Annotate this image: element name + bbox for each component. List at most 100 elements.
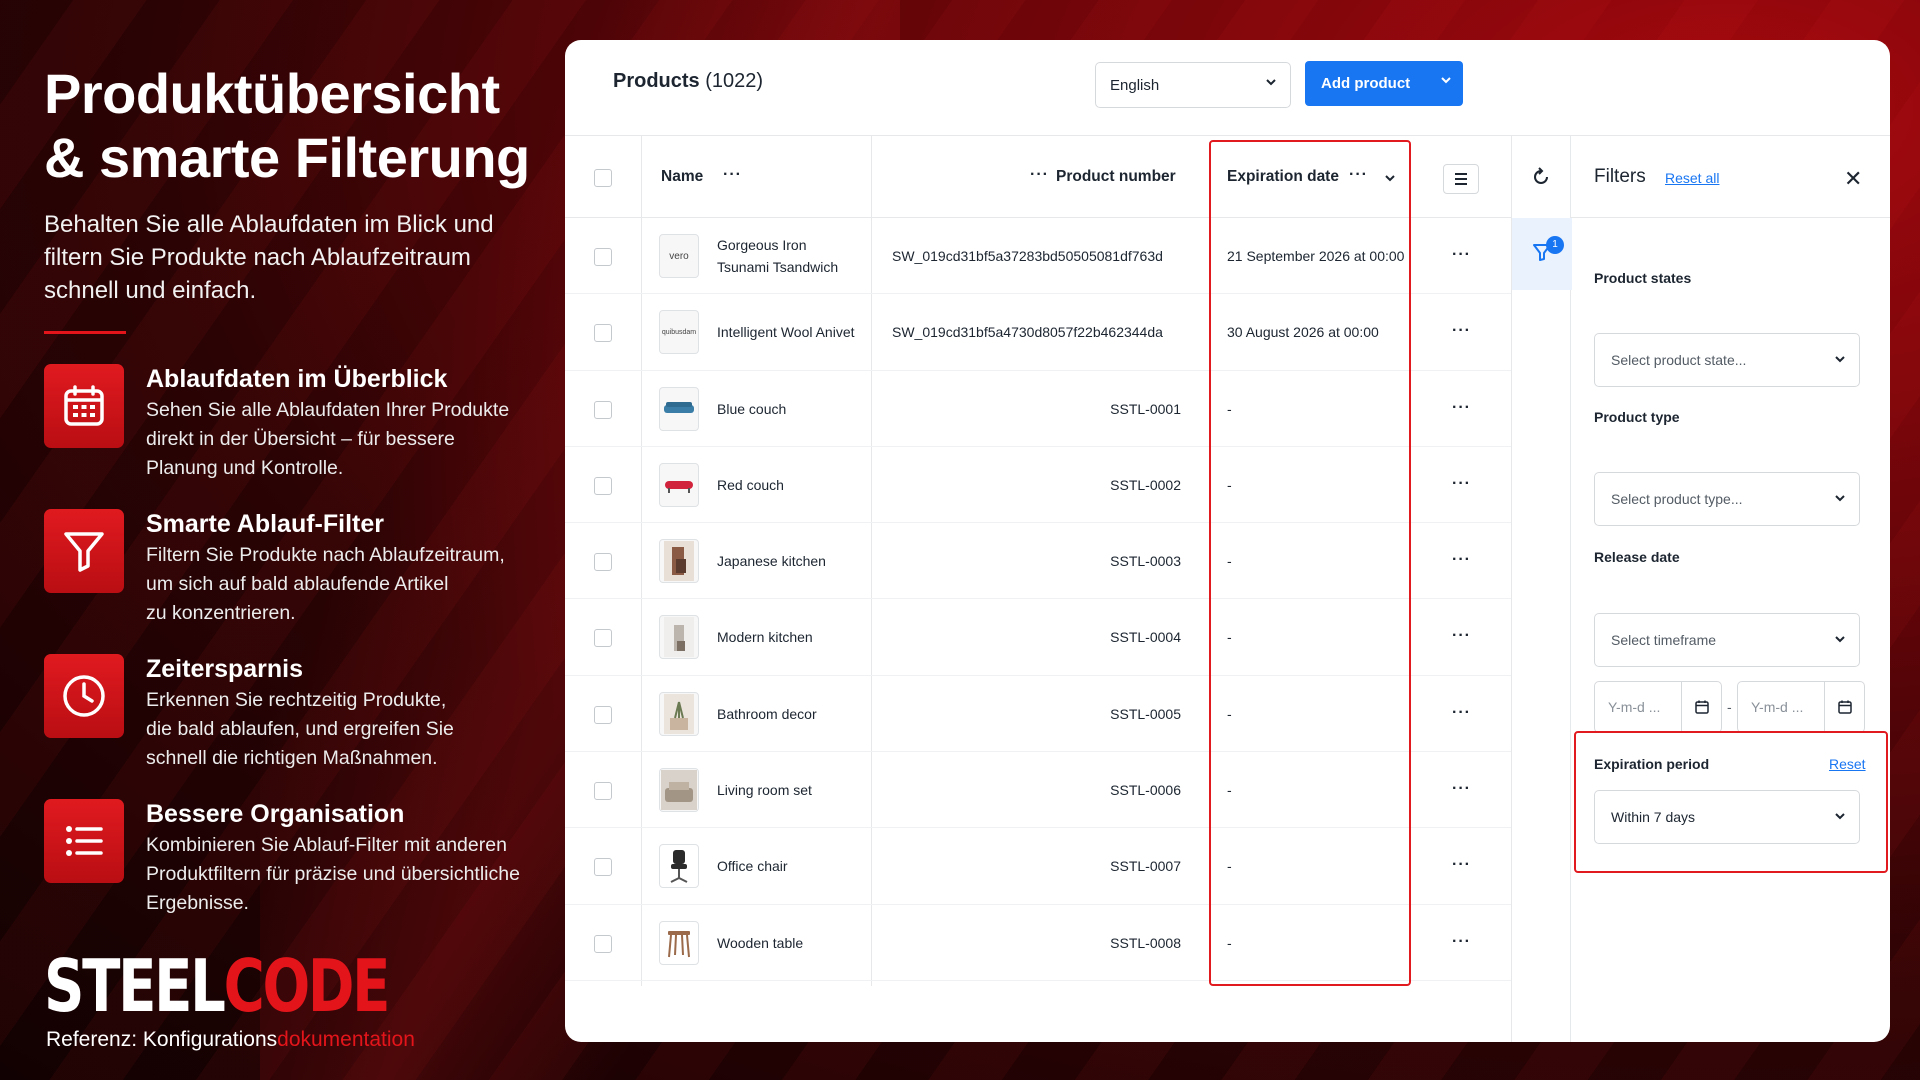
product-name[interactable]: Wooden table bbox=[717, 932, 862, 954]
brand-logo: STEELCODE bbox=[44, 944, 390, 1028]
column-settings-button[interactable] bbox=[1443, 164, 1479, 194]
row-actions-icon[interactable]: ··· bbox=[1452, 475, 1471, 493]
refresh-icon[interactable] bbox=[1530, 166, 1552, 193]
product-type-select[interactable]: Select product type... bbox=[1594, 472, 1860, 526]
reset-all-link[interactable]: Reset all bbox=[1665, 170, 1719, 186]
column-options-icon[interactable]: ··· bbox=[723, 166, 742, 184]
chevron-down-icon[interactable] bbox=[1439, 73, 1453, 91]
row-actions-icon[interactable]: ··· bbox=[1452, 856, 1471, 874]
product-name[interactable]: Living room set bbox=[717, 779, 862, 801]
row-checkbox[interactable] bbox=[594, 248, 612, 266]
filters-panel: Filters Reset all ✕ Product states Selec… bbox=[1571, 136, 1890, 1042]
table-row[interactable]: quibusdam Intelligent Wool Anivet SW_019… bbox=[565, 294, 1511, 371]
column-header-product-number[interactable]: Product number bbox=[1056, 168, 1176, 186]
product-thumbnail bbox=[659, 462, 699, 507]
side-tool-strip: 1 bbox=[1511, 136, 1572, 1042]
table-row[interactable]: Office chair SSTL-0007 - ··· bbox=[565, 828, 1511, 905]
row-actions-icon[interactable]: ··· bbox=[1452, 551, 1471, 569]
sort-chevron-icon[interactable] bbox=[1384, 171, 1396, 189]
row-actions-icon[interactable]: ··· bbox=[1452, 627, 1471, 645]
expiration-date: - bbox=[1227, 782, 1232, 799]
product-name[interactable]: Office chair bbox=[717, 855, 862, 877]
date-range-separator: - bbox=[1727, 699, 1732, 715]
expiration-reset-link[interactable]: Reset bbox=[1829, 756, 1866, 772]
hero-title-line1: Produktübersicht bbox=[44, 62, 500, 125]
product-number: SW_019cd31bf5a37283bd50505081df763d bbox=[892, 248, 1163, 264]
row-checkbox[interactable] bbox=[594, 476, 612, 495]
row-actions-icon[interactable]: ··· bbox=[1452, 704, 1471, 722]
feature-title: Smarte Ablauf-Filter bbox=[146, 510, 385, 538]
product-number: SSTL-0002 bbox=[1110, 476, 1181, 493]
product-name[interactable]: Gorgeous Iron Tsunami Tsandwich bbox=[717, 234, 862, 278]
table-row[interactable]: Red couch SSTL-0002 - ··· bbox=[565, 447, 1511, 524]
product-number: SSTL-0004 bbox=[1110, 629, 1181, 646]
expiration-date: 30 August 2026 at 00:00 bbox=[1227, 324, 1379, 341]
table-row[interactable]: Bathroom decor SSTL-0005 - ··· bbox=[565, 676, 1511, 753]
table-row[interactable]: Blue couch SSTL-0001 - ··· bbox=[565, 371, 1511, 447]
row-actions-icon[interactable]: ··· bbox=[1452, 780, 1471, 798]
product-name[interactable]: Modern kitchen bbox=[717, 626, 862, 648]
product-thumbnail bbox=[659, 691, 699, 736]
release-date-label: Release date bbox=[1594, 549, 1680, 565]
reference-text: Referenz: Konfigurationsdokumentation bbox=[46, 1028, 415, 1051]
feature-title: Ablaufdaten im Überblick bbox=[146, 365, 448, 393]
calendar-icon[interactable] bbox=[1681, 682, 1721, 732]
row-checkbox[interactable] bbox=[594, 858, 612, 877]
product-name[interactable]: Japanese kitchen bbox=[717, 550, 862, 572]
product-thumbnail bbox=[659, 768, 699, 813]
table-row[interactable]: Living room set SSTL-0006 - ··· bbox=[565, 752, 1511, 829]
column-options-icon[interactable]: ··· bbox=[1030, 166, 1049, 184]
clock-icon bbox=[44, 654, 124, 738]
release-date-select[interactable]: Select timeframe bbox=[1594, 613, 1860, 667]
product-thumbnail: quibusdam bbox=[659, 310, 699, 355]
feature-description: Erkennen Sie rechtzeitig Produkte, die b… bbox=[146, 689, 454, 769]
row-checkbox[interactable] bbox=[594, 629, 612, 648]
row-checkbox[interactable] bbox=[594, 324, 612, 343]
row-actions-icon[interactable]: ··· bbox=[1452, 933, 1471, 951]
product-states-select[interactable]: Select product state... bbox=[1594, 333, 1860, 387]
product-thumbnail bbox=[659, 386, 699, 431]
product-name[interactable]: Bathroom decor bbox=[717, 703, 862, 725]
row-checkbox[interactable] bbox=[594, 553, 612, 572]
calendar-icon[interactable] bbox=[1824, 682, 1864, 732]
feature-title: Bessere Organisation bbox=[146, 800, 405, 828]
column-header-name[interactable]: Name bbox=[661, 168, 703, 186]
product-name[interactable]: Intelligent Wool Anivet bbox=[717, 321, 917, 343]
hero-divider bbox=[44, 331, 126, 334]
feature-list: Ablaufdaten im Überblick Sehen Sie alle … bbox=[44, 364, 544, 918]
product-name[interactable]: Blue couch bbox=[717, 398, 862, 420]
select-all-checkbox[interactable] bbox=[594, 169, 612, 187]
row-actions-icon[interactable]: ··· bbox=[1452, 322, 1471, 340]
table-row[interactable]: Modern kitchen SSTL-0004 - ··· bbox=[565, 599, 1511, 676]
product-number: SSTL-0007 bbox=[1110, 858, 1181, 875]
filter-tab[interactable]: 1 bbox=[1512, 218, 1572, 290]
column-header-expiration-date[interactable]: Expiration date bbox=[1227, 168, 1339, 186]
table-row[interactable]: Wooden table SSTL-0008 - ··· bbox=[565, 905, 1511, 981]
feature-item: Bessere Organisation Kombinieren Sie Abl… bbox=[44, 799, 544, 918]
expiration-period-select[interactable]: Within 7 days bbox=[1594, 790, 1860, 844]
close-icon[interactable]: ✕ bbox=[1844, 166, 1862, 192]
hamburger-icon bbox=[1455, 173, 1467, 185]
row-actions-icon[interactable]: ··· bbox=[1452, 399, 1471, 417]
row-actions-icon[interactable]: ··· bbox=[1452, 246, 1471, 264]
marketing-panel: Produktübersicht & smarte Filterung Beha… bbox=[44, 62, 544, 944]
table-row[interactable]: Japanese kitchen SSTL-0003 - ··· bbox=[565, 523, 1511, 600]
product-number: SSTL-0006 bbox=[1110, 782, 1181, 799]
hero-title: Produktübersicht & smarte Filterung bbox=[44, 62, 544, 190]
product-number: SSTL-0003 bbox=[1110, 553, 1181, 570]
date-to-input[interactable]: Y-m-d ... bbox=[1737, 681, 1865, 733]
column-options-icon[interactable]: ··· bbox=[1349, 166, 1368, 184]
table-row[interactable]: vero Gorgeous Iron Tsunami Tsandwich SW_… bbox=[565, 218, 1511, 295]
language-select[interactable]: English bbox=[1095, 62, 1291, 108]
row-checkbox[interactable] bbox=[594, 934, 612, 953]
date-from-input[interactable]: Y-m-d ... bbox=[1594, 681, 1722, 733]
feature-title: Zeitersparnis bbox=[146, 655, 304, 683]
product-name[interactable]: Red couch bbox=[717, 474, 862, 496]
feature-item: Ablaufdaten im Überblick Sehen Sie alle … bbox=[44, 364, 544, 483]
row-checkbox[interactable] bbox=[594, 782, 612, 801]
row-checkbox[interactable] bbox=[594, 705, 612, 724]
row-checkbox[interactable] bbox=[594, 400, 612, 419]
add-product-button[interactable]: Add product bbox=[1305, 61, 1463, 106]
expiration-date: - bbox=[1227, 476, 1232, 493]
product-number: SSTL-0005 bbox=[1110, 705, 1181, 722]
